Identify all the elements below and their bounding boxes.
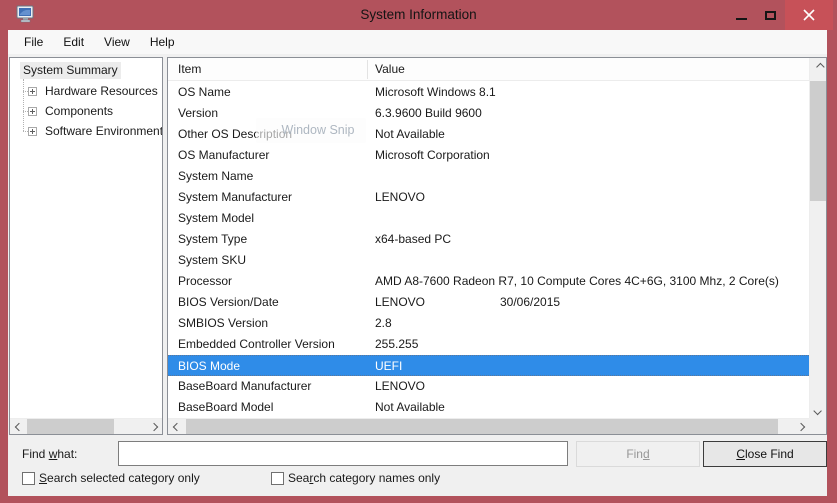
details-panel: Item Value OS Name Microsoft Windows 8.1 V… [167,57,827,435]
menu-help[interactable]: Help [140,30,185,54]
minimize-button[interactable] [727,0,756,30]
cell-item: System Model [178,208,254,229]
tree-item-label: System Summary [20,62,121,79]
table-horizontal-scrollbar[interactable] [168,418,809,434]
cell-value: Not Available [375,397,445,418]
cell-value-secondary: 30/06/2015 [500,292,560,313]
scroll-right-icon[interactable] [145,419,162,435]
scrollbar-corner [809,418,826,434]
maximize-icon [765,11,776,20]
cell-value: 255.255 [375,334,418,355]
table-vertical-scrollbar[interactable] [809,58,826,419]
cell-value: Microsoft Windows 8.1 [375,82,496,103]
table-row-baseboard-model[interactable]: BaseBoard Model Not Available [168,397,809,418]
cell-item: System Manufacturer [178,187,292,208]
cell-item: BaseBoard Manufacturer [178,376,311,397]
close-find-button[interactable]: Close Find [703,441,827,467]
cell-value: 6.3.9600 Build 9600 [375,103,482,124]
cell-value: x64-based PC [375,229,451,250]
cell-item: SMBIOS Version [178,313,268,334]
scroll-left-icon[interactable] [168,419,185,435]
scroll-down-icon[interactable] [810,402,827,419]
titlebar[interactable]: System Information [0,0,837,30]
cell-item: BIOS Version/Date [178,292,279,313]
cell-item: OS Manufacturer [178,145,269,166]
search-selected-category-checkbox-label[interactable]: Search selected category only [22,471,200,485]
cell-item: Embedded Controller Version [178,334,335,355]
cell-value: LENOVO [375,187,425,208]
scroll-right-icon[interactable] [792,419,809,435]
category-tree: System Summary Hardware Resources Componen… [10,58,162,418]
expand-plus-icon[interactable] [28,107,37,116]
find-what-label: Find what: [22,447,77,461]
cell-value: Not Available [375,124,445,145]
cell-value: LENOVO [375,376,425,397]
table-vscroll-thumb[interactable] [810,81,827,201]
cell-value: 2.8 [375,313,392,334]
window-snip-tooltip-artifact: Window Snip [256,118,366,143]
table-row-os-name[interactable]: OS Name Microsoft Windows 8.1 [168,82,809,103]
column-header-item[interactable]: Item [178,62,201,76]
scroll-left-icon[interactable] [10,419,27,435]
table-row-bios-mode[interactable]: BIOS Mode UEFI [168,355,809,376]
close-button[interactable] [785,0,833,30]
table-hscroll-thumb[interactable] [186,419,778,434]
close-icon [803,9,815,21]
tree-item-label: Hardware Resources [42,83,161,100]
checkbox-icon[interactable] [271,472,284,485]
checkbox-icon[interactable] [22,472,35,485]
category-tree-panel: System Summary Hardware Resources Componen… [9,57,163,435]
cell-value: LENOVO [375,292,425,313]
cell-item: OS Name [178,82,231,103]
table-row-system-manufacturer[interactable]: System Manufacturer LENOVO [168,187,809,208]
scroll-up-icon[interactable] [810,58,827,75]
cell-item: Processor [178,271,232,292]
tree-item-hardware-resources[interactable]: Hardware Resources [23,82,161,100]
find-button[interactable]: Find [576,441,700,467]
table-row-system-name[interactable]: System Name [168,166,809,187]
menubar: FileEditViewHelp [8,30,827,54]
table-row-embedded-controller-version[interactable]: Embedded Controller Version 255.255 [168,334,809,355]
cell-value: Microsoft Corporation [375,145,490,166]
search-options-row: Search selected category only Search cat… [8,471,827,491]
tree-horizontal-scrollbar[interactable] [10,418,162,434]
cell-item: Version [178,103,218,124]
cell-item: System Type [178,229,247,250]
tree-item-software-environment[interactable]: Software Environment [23,122,162,140]
tree-item-label: Software Environment [42,123,162,140]
window-title: System Information [0,0,837,30]
table-row-processor[interactable]: Processor AMD A8-7600 Radeon R7, 10 Compu… [168,271,809,292]
tree-item-components[interactable]: Components [23,102,116,120]
table-row-smbios-version[interactable]: SMBIOS Version 2.8 [168,313,809,334]
cell-item: BaseBoard Model [178,397,273,418]
tree-item-system-summary[interactable]: System Summary [20,61,121,79]
menu-edit[interactable]: Edit [53,30,94,54]
cell-item: System SKU [178,250,246,271]
column-separator[interactable] [367,60,368,79]
search-category-names-checkbox-label[interactable]: Search category names only [271,471,440,485]
table-row-system-model[interactable]: System Model [168,208,809,229]
client-area: FileEditViewHelp System Summary Hardware … [8,30,827,496]
cell-item: BIOS Mode [178,356,240,377]
maximize-button[interactable] [757,0,784,30]
table-row-system-type[interactable]: System Type x64-based PC [168,229,809,250]
tree-item-label: Components [42,103,116,120]
column-header-value[interactable]: Value [375,62,405,76]
menu-file[interactable]: File [14,30,53,54]
table-row-bios-version-date[interactable]: BIOS Version/Date LENOVO 30/06/2015 [168,292,809,313]
expand-plus-icon[interactable] [28,87,37,96]
cell-value: AMD A8-7600 Radeon R7, 10 Compute Cores … [375,271,779,292]
find-what-input[interactable] [118,441,568,466]
expand-plus-icon[interactable] [28,127,37,136]
table-row-os-manufacturer[interactable]: OS Manufacturer Microsoft Corporation [168,145,809,166]
table-row-baseboard-manufacturer[interactable]: BaseBoard Manufacturer LENOVO [168,376,809,397]
minimize-icon [736,18,747,20]
cell-item: System Name [178,166,253,187]
tree-hscroll-thumb[interactable] [27,419,114,434]
menu-view[interactable]: View [94,30,140,54]
table-header: Item Value [168,58,826,81]
cell-value: UEFI [375,356,402,377]
table-row-system-sku[interactable]: System SKU [168,250,809,271]
